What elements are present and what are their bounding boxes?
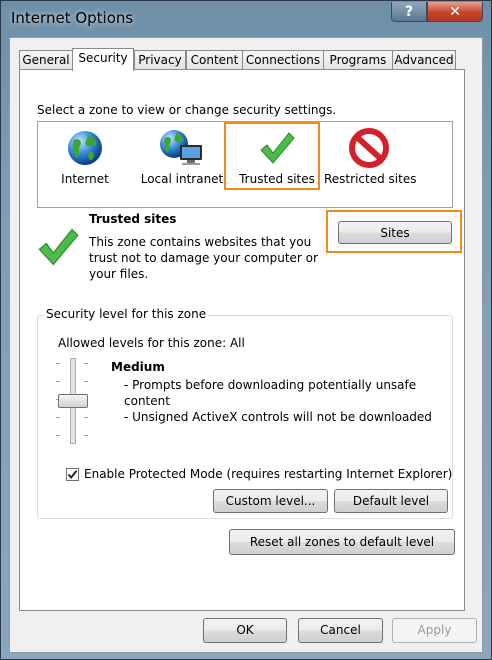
dialog-client-area: General Security Privacy Content Connect… <box>9 37 483 653</box>
zone-local-intranet[interactable]: Local intranet <box>136 122 228 202</box>
no-entry-icon <box>349 128 389 168</box>
security-level-group: Security level for this zone Allowed lev… <box>37 307 453 519</box>
zone-internet[interactable]: Internet <box>44 122 126 202</box>
security-level-bullet-2: - Unsigned ActiveX controls will not be … <box>124 410 432 424</box>
title-bar[interactable]: Internet Options ? ✕ <box>1 1 491 37</box>
custom-level-button[interactable]: Custom level... <box>213 489 328 513</box>
help-button[interactable]: ? <box>391 2 427 22</box>
slider-thumb[interactable] <box>58 394 88 408</box>
reset-all-zones-button[interactable]: Reset all zones to default level <box>229 529 455 555</box>
protected-mode-label: Enable Protected Mode (requires restarti… <box>84 467 453 481</box>
zone-prompt: Select a zone to view or change security… <box>37 103 337 117</box>
zone-internet-label: Internet <box>61 172 109 186</box>
selected-zone-title: Trusted sites <box>89 212 177 226</box>
selected-zone-description: This zone contains websites that you tru… <box>89 235 318 281</box>
trusted-sites-highlight <box>224 122 320 190</box>
protected-mode-checkbox[interactable] <box>66 468 79 481</box>
security-tab-panel: Select a zone to view or change security… <box>19 69 465 611</box>
tab-security[interactable]: Security <box>72 48 134 71</box>
zone-local-intranet-label: Local intranet <box>140 172 224 186</box>
security-level-group-title: Security level for this zone <box>44 307 209 321</box>
tab-connections[interactable]: Connections <box>242 50 324 70</box>
tab-content[interactable]: Content <box>186 50 243 70</box>
trusted-sites-large-check-icon <box>38 228 79 266</box>
tab-privacy[interactable]: Privacy <box>134 50 186 70</box>
sites-button[interactable]: Sites <box>338 221 452 244</box>
internet-options-window: Internet Options ? ✕ General Security Pr… <box>0 0 492 660</box>
security-level-name: Medium <box>111 360 165 374</box>
globe-computer-icon <box>160 130 202 165</box>
apply-button[interactable]: Apply <box>392 618 477 643</box>
ok-button[interactable]: OK <box>203 618 287 643</box>
zone-restricted-sites-label: Restricted sites <box>324 172 417 186</box>
allowed-levels-label: Allowed levels for this zone: All <box>58 336 245 350</box>
globe-icon <box>68 131 102 165</box>
default-level-button[interactable]: Default level <box>334 489 448 513</box>
security-level-slider[interactable] <box>52 358 92 448</box>
checkmark-icon <box>67 470 78 480</box>
cancel-button[interactable]: Cancel <box>298 618 383 643</box>
window-title: Internet Options <box>11 9 134 27</box>
tab-programs[interactable]: Programs <box>323 50 393 70</box>
tab-advanced[interactable]: Advanced <box>392 50 456 70</box>
tab-general[interactable]: General <box>19 50 73 70</box>
security-level-bullet-1: - Prompts before downloading potentially… <box>124 378 417 408</box>
close-button[interactable]: ✕ <box>427 2 483 22</box>
zone-restricted-sites[interactable]: Restricted sites <box>324 122 417 202</box>
